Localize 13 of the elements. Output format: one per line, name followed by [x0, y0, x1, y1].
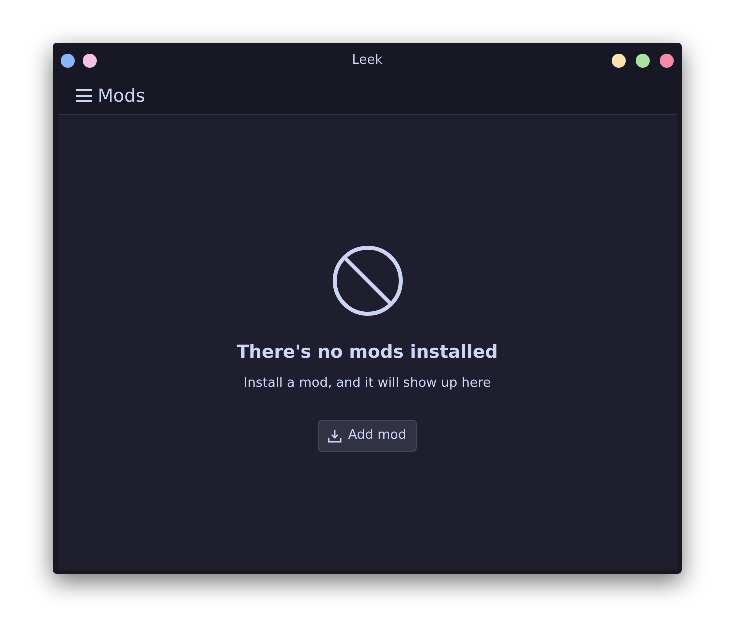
window-control-button[interactable] — [636, 54, 650, 68]
prohibited-icon — [332, 245, 404, 317]
add-mod-button[interactable]: Add mod — [318, 420, 417, 452]
empty-message: Install a mod, and it will show up here — [244, 375, 492, 393]
menu-icon[interactable] — [75, 89, 93, 103]
page-title: Mods — [98, 84, 146, 108]
window-title: Leek — [351, 52, 384, 70]
window-control-button[interactable] — [660, 54, 674, 68]
window-control-button[interactable] — [83, 54, 97, 68]
download-icon — [328, 428, 342, 442]
empty-heading: There's no mods installed — [236, 341, 498, 365]
window-control-button[interactable] — [612, 54, 626, 68]
window-control-button[interactable] — [61, 54, 75, 68]
